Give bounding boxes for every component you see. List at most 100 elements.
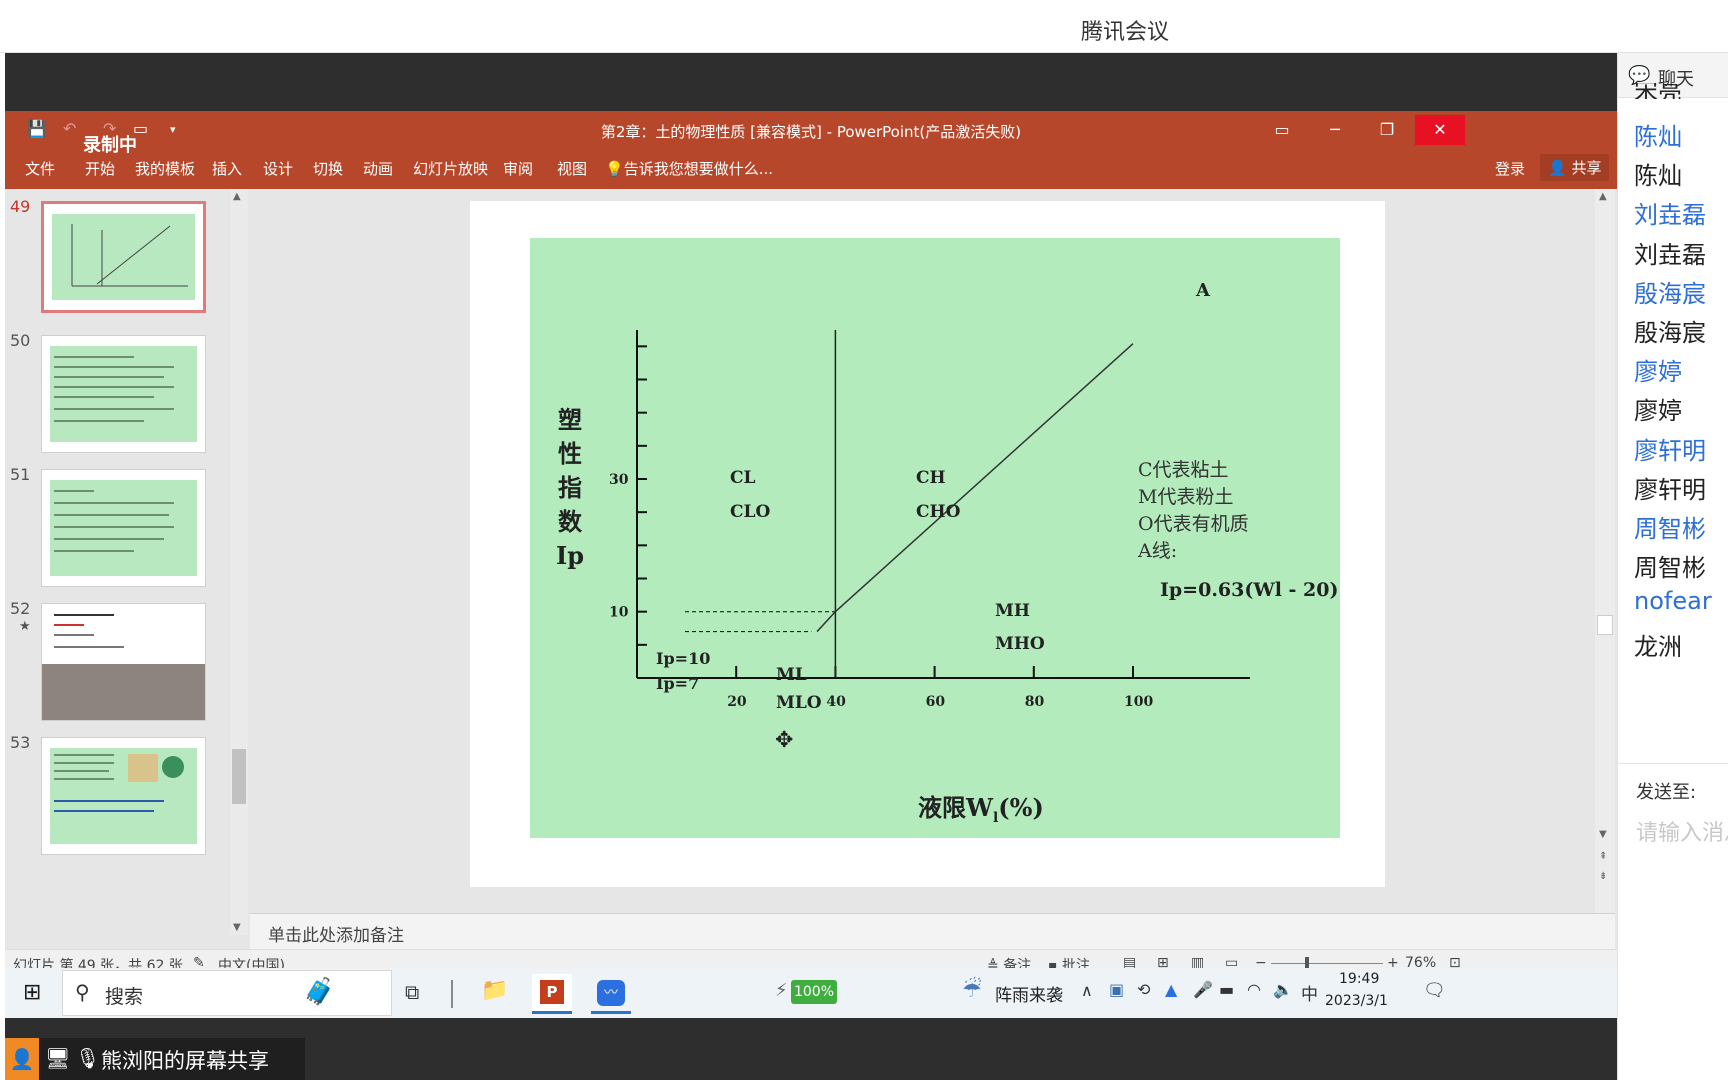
weather-text[interactable]: 阵雨来袭 bbox=[995, 981, 1063, 1006]
mouse-cursor-icon: ✥ bbox=[775, 728, 794, 753]
powerpoint-icon: P bbox=[540, 980, 564, 1004]
participant-icon[interactable]: 👤 bbox=[5, 1038, 39, 1080]
chat-panel: 💬 聊天 宋亮 陈灿 陈灿 刘垚磊 刘垚磊 殷海宸 殷海宸 廖婷 廖婷 廖轩明 廖轩明 周智彬 周智彬… bbox=[1617, 53, 1728, 1080]
clock-time[interactable]: 19:49 bbox=[1339, 971, 1379, 987]
microphone-icon[interactable]: 🎤 bbox=[1193, 980, 1213, 999]
powerpoint-window: 💾 ↶ ↷ ▭ ▾ 录制中 第2章：土的物理性质 [兼容模式] - PowerP… bbox=[5, 111, 1617, 976]
restore-icon[interactable]: ❐ bbox=[1362, 115, 1412, 145]
chat-sender-name[interactable]: 刘垚磊 bbox=[1634, 195, 1706, 230]
tencent-meeting-taskbar-button[interactable]: 〰 bbox=[591, 974, 631, 1014]
chat-sender-name: 周智彬 bbox=[1634, 554, 1706, 583]
share-button[interactable]: 👤 共享 bbox=[1540, 154, 1610, 181]
chat-sender-name[interactable]: nofear bbox=[1634, 587, 1712, 615]
thumb-number: 50 bbox=[10, 331, 31, 350]
login-link[interactable]: 登录 bbox=[1495, 158, 1525, 179]
ribbon-display-icon[interactable]: ▭ bbox=[1257, 115, 1307, 145]
y-axis-symbol: Ip bbox=[556, 541, 584, 570]
chat-sender-name[interactable]: 陈灿 bbox=[1634, 117, 1682, 152]
chat-sender-name[interactable]: 周智彬 bbox=[1634, 509, 1706, 544]
tab-templates[interactable]: 我的模板 bbox=[135, 158, 195, 179]
tab-home[interactable]: 开始 bbox=[85, 158, 115, 179]
scroll-thumb[interactable] bbox=[1597, 615, 1613, 635]
thumbnail-scrollbar[interactable]: ▲ ▼ bbox=[230, 189, 248, 935]
tab-design[interactable]: 设计 bbox=[263, 158, 293, 179]
thumbnail-preview bbox=[42, 614, 205, 720]
slide-scrollbar[interactable]: ▲ ▼ ⇞ ⇟ bbox=[1595, 189, 1615, 913]
y-tick-label: 10 bbox=[609, 605, 629, 621]
thumbnail-preview bbox=[52, 214, 195, 300]
tab-insert[interactable]: 插入 bbox=[212, 158, 242, 179]
powerpoint-taskbar-button[interactable]: P bbox=[532, 974, 572, 1014]
task-view-icon[interactable]: ⧉ bbox=[405, 980, 419, 1004]
y-tick-label: 30 bbox=[609, 472, 629, 488]
close-icon[interactable]: ✕ bbox=[1415, 115, 1465, 145]
weather-icon: ☔ bbox=[962, 978, 982, 1003]
x-tick-label: 60 bbox=[926, 694, 946, 710]
legend-line: A线: bbox=[1137, 540, 1177, 562]
thumb-number: 51 bbox=[10, 465, 31, 484]
slide-thumbnail-50[interactable] bbox=[41, 335, 206, 453]
scroll-up-icon[interactable]: ▲ bbox=[233, 191, 241, 202]
notes-placeholder: 单击此处添加备注 bbox=[268, 926, 404, 946]
tell-me-search[interactable]: 💡告诉我您想要做什么... bbox=[605, 158, 773, 179]
slide-thumbnail-52[interactable] bbox=[41, 603, 206, 721]
chat-input[interactable]: 请输入消息 bbox=[1636, 815, 1728, 847]
person-icon: 👤 bbox=[1548, 159, 1567, 177]
chat-sender-name[interactable]: 殷海宸 bbox=[1634, 274, 1706, 309]
screen-share-icon: 🖥 bbox=[45, 1046, 71, 1070]
slide-thumbnail-53[interactable] bbox=[41, 737, 206, 855]
lightbulb-icon: 💡 bbox=[605, 160, 624, 178]
slide-thumbnail-panel: 49 50 51 52 ★ 53 bbox=[5, 189, 250, 935]
notes-pane[interactable]: 单击此处添加备注 bbox=[250, 913, 1615, 949]
tray-sync-icon[interactable]: ⟲ bbox=[1137, 980, 1150, 999]
x-tick-label: 40 bbox=[826, 694, 846, 710]
region-label-cl: CL bbox=[730, 468, 756, 488]
tab-file[interactable]: 文件 bbox=[25, 158, 55, 179]
chat-sender-name: 廖婷 bbox=[1634, 397, 1682, 426]
ime-indicator[interactable]: 中 bbox=[1301, 980, 1318, 1005]
next-slide-icon[interactable]: ⇟ bbox=[1599, 871, 1607, 882]
send-to-label[interactable]: 发送至: bbox=[1636, 778, 1696, 804]
screen-share-owner-label: 熊浏阳的屏幕共享 bbox=[101, 1049, 269, 1073]
windows-start-icon[interactable]: ⊞ bbox=[23, 980, 41, 1005]
wifi-icon[interactable]: ◠ bbox=[1247, 980, 1261, 999]
scroll-down-icon[interactable]: ▼ bbox=[233, 922, 241, 933]
file-explorer-icon[interactable]: 📁 bbox=[481, 978, 508, 1003]
slide-thumbnail-49[interactable] bbox=[41, 201, 206, 313]
current-slide[interactable]: 10 30 20 40 60 80 100 塑 性 指 数 Ip A CL CLO CH C… bbox=[470, 201, 1385, 887]
tab-review[interactable]: 审阅 bbox=[503, 158, 533, 179]
clock-date[interactable]: 2023/3/1 bbox=[1325, 993, 1388, 1009]
taskbar-search-box[interactable]: ⚲ 搜索 🧳 bbox=[62, 970, 392, 1016]
scroll-down-icon[interactable]: ▼ bbox=[1599, 829, 1607, 840]
tab-slideshow[interactable]: 幻灯片放映 bbox=[413, 158, 488, 179]
thumbnail-preview bbox=[50, 480, 197, 576]
tab-transitions[interactable]: 切换 bbox=[313, 158, 343, 179]
zoom-slider[interactable] bbox=[1271, 963, 1383, 964]
tray-cloud-icon[interactable]: ▲ bbox=[1165, 980, 1177, 999]
animation-star-icon: ★ bbox=[19, 619, 31, 634]
region-label-mho: MHO bbox=[995, 634, 1045, 654]
tab-animations[interactable]: 动画 bbox=[363, 158, 393, 179]
lightning-icon: ⚡ bbox=[775, 980, 788, 1001]
tray-app-icon[interactable]: ▣ bbox=[1109, 980, 1124, 999]
chat-sender-name: 陈灿 bbox=[1634, 162, 1682, 191]
volume-icon[interactable]: 🔈 bbox=[1273, 980, 1293, 999]
minimize-icon[interactable]: ─ bbox=[1310, 115, 1360, 145]
scroll-thumb[interactable] bbox=[232, 749, 246, 804]
thumbnail-photo bbox=[42, 664, 205, 720]
slide-thumbnail-51[interactable] bbox=[41, 469, 206, 587]
chat-sender-name: 殷海宸 bbox=[1634, 319, 1706, 347]
scroll-up-icon[interactable]: ▲ bbox=[1599, 191, 1607, 202]
region-label-ml: ML bbox=[776, 665, 807, 685]
tab-view[interactable]: 视图 bbox=[557, 158, 587, 179]
previous-slide-icon[interactable]: ⇞ bbox=[1599, 851, 1607, 862]
battery-indicator[interactable]: 100% bbox=[791, 980, 837, 1004]
battery-icon[interactable]: ▬ bbox=[1219, 980, 1234, 999]
tencent-meeting-icon: 〰 bbox=[597, 980, 625, 1006]
notification-center-icon[interactable]: 🗨 bbox=[1423, 980, 1446, 1001]
tray-expand-icon[interactable]: ∧ bbox=[1081, 981, 1093, 1000]
microphone-icon: 🎙 bbox=[75, 1046, 101, 1070]
chat-sender-name[interactable]: 廖婷 bbox=[1634, 352, 1682, 387]
x-axis-label: 液限Wl(%) bbox=[918, 793, 1044, 826]
chat-sender-name[interactable]: 廖轩明 bbox=[1634, 431, 1706, 466]
